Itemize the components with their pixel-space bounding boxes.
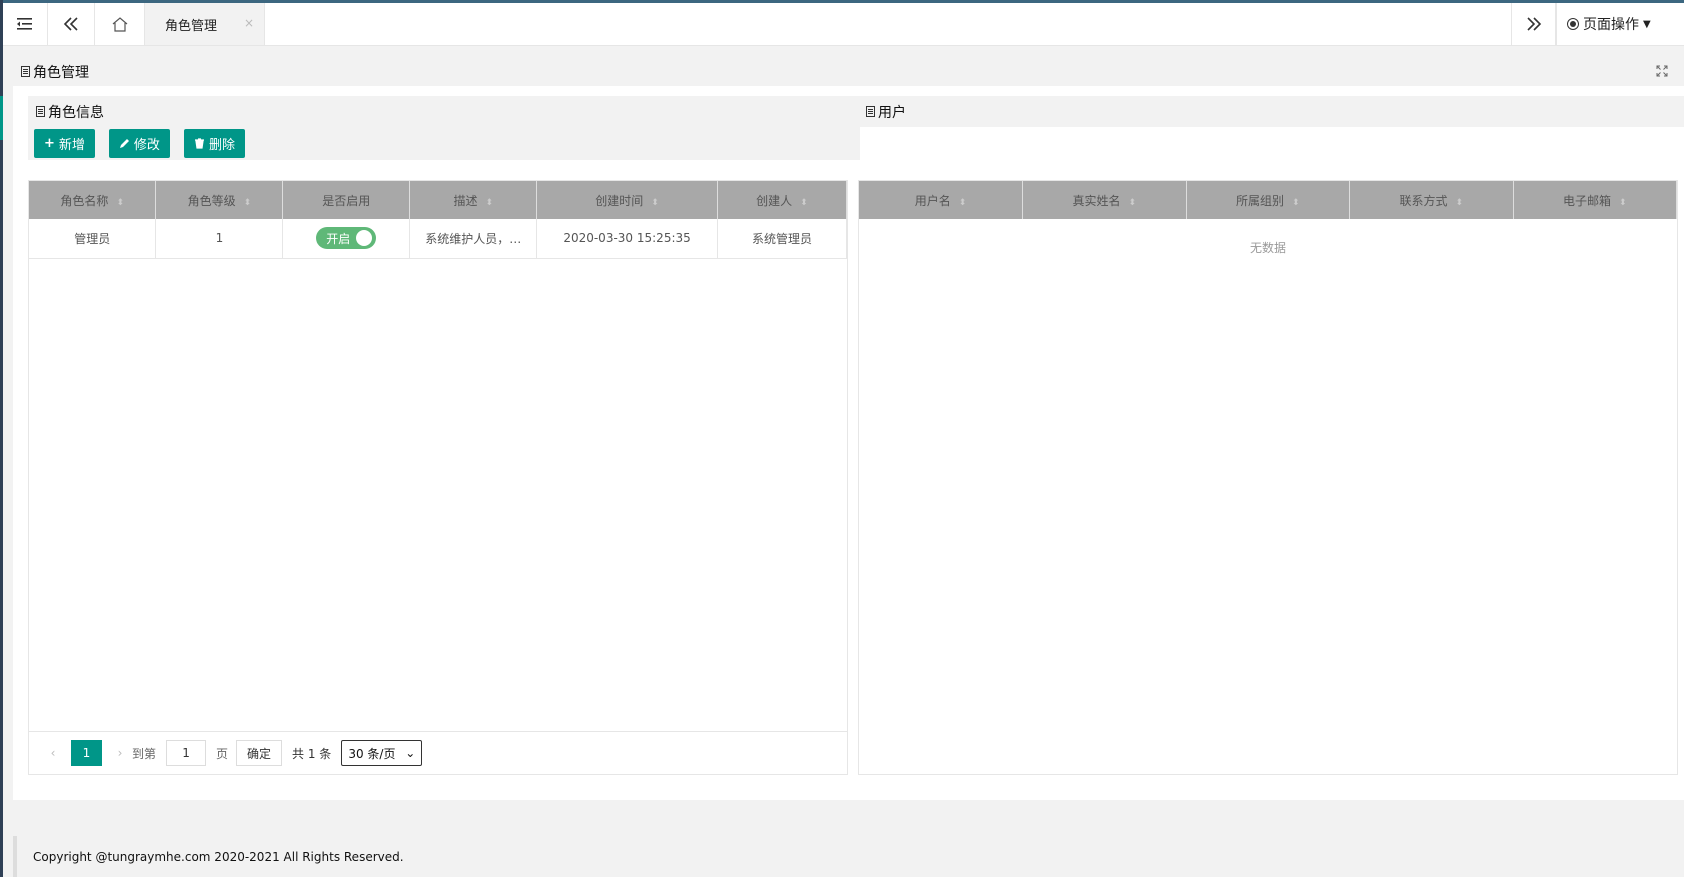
column-header[interactable]: 用户名 ⬍: [859, 181, 1023, 219]
next-page-icon[interactable]: ›: [108, 746, 132, 760]
description-cell: 系统维护人员，…: [409, 219, 538, 259]
pagination: ‹ 1 › 到第 1 页 确定 共 1 条 30 条/页 ⌄: [29, 731, 847, 774]
enabled-toggle[interactable]: 开启: [316, 227, 377, 250]
add-role-button[interactable]: + 新增: [34, 129, 95, 158]
tabs-scroll-right-button[interactable]: [1511, 3, 1556, 45]
sort-icon[interactable]: ⬍: [1455, 198, 1463, 208]
home-icon: [112, 16, 127, 32]
sort-icon[interactable]: ⬍: [485, 198, 493, 208]
menu-toggle-button[interactable]: [3, 3, 48, 45]
sort-icon[interactable]: ⬍: [244, 198, 252, 208]
page-unit-label: 页: [216, 746, 229, 761]
goto-page-input[interactable]: 1: [166, 740, 207, 766]
double-chevron-right-icon: [1526, 17, 1541, 31]
goto-label: 到第: [132, 746, 157, 761]
edit-role-button[interactable]: 修改: [108, 129, 170, 158]
role-info-title: 角色信息: [48, 104, 104, 121]
tab-bar: 角色管理 × 页面操作 ▼: [3, 3, 1684, 46]
user-table: 用户名 ⬍ 真实姓名 ⬍ 所属组别 ⬍ 联系方式 ⬍ 电子邮箱 ⬍ 无数据: [858, 180, 1678, 775]
role-table: 角色名称 ⬍ 角色等级 ⬍ 是否启用 描述 ⬍ 创建时间 ⬍ 创建人 ⬍ 管理员 1 开启: [28, 180, 848, 775]
column-header[interactable]: 角色名称 ⬍: [29, 181, 157, 219]
page-operations-label: 页面操作: [1583, 17, 1639, 33]
user-header: 用户: [858, 96, 1684, 127]
sort-icon[interactable]: ⬍: [116, 198, 124, 208]
creator-cell: 系统管理员: [717, 219, 848, 259]
role-level-cell: 1: [155, 219, 284, 259]
column-header[interactable]: 角色等级 ⬍: [155, 181, 284, 219]
target-icon: [1567, 18, 1579, 30]
close-icon[interactable]: ×: [244, 16, 254, 30]
double-chevron-left-icon: [63, 17, 78, 31]
chevron-down-icon: ⌄: [405, 746, 416, 760]
current-page[interactable]: 1: [71, 740, 102, 766]
sort-icon[interactable]: ⬍: [1128, 198, 1136, 208]
tabs-scroll-left-button[interactable]: [48, 3, 95, 45]
column-header[interactable]: 真实姓名 ⬍: [1022, 181, 1187, 219]
page-header: 角色管理: [13, 57, 1684, 86]
sort-icon[interactable]: ⬍: [1619, 198, 1627, 208]
role-name-cell: 管理员: [29, 219, 157, 259]
total-count: 共 1 条: [292, 746, 332, 761]
fullscreen-icon[interactable]: [1656, 65, 1668, 77]
column-header[interactable]: 创建人 ⬍: [717, 181, 848, 219]
tab-role-management[interactable]: 角色管理 ×: [145, 3, 265, 45]
column-header[interactable]: 所属组别 ⬍: [1186, 181, 1350, 219]
page-size-select[interactable]: 30 条/页 ⌄: [341, 740, 423, 766]
sidebar-edge: [0, 0, 3, 877]
copyright-text: Copyright @tungraymhe.com 2020-2021 All …: [33, 849, 404, 864]
content-area: 角色信息 + 新增 修改 删除 角色名称 ⬍ 角色等级 ⬍ 是否启用 描述 ⬍ …: [13, 86, 1684, 800]
table-row[interactable]: 管理员 1 开启 系统维护人员，… 2020-03-30 15:25:35 系统…: [29, 219, 848, 259]
column-header[interactable]: 创建时间 ⬍: [536, 181, 718, 219]
table-header-row: 用户名 ⬍ 真实姓名 ⬍ 所属组别 ⬍ 联系方式 ⬍ 电子邮箱 ⬍: [859, 181, 1677, 219]
empty-state: 无数据: [1249, 241, 1286, 255]
pencil-icon: [119, 139, 129, 148]
user-title: 用户: [878, 104, 906, 121]
column-header[interactable]: 描述 ⬍: [409, 181, 538, 219]
document-icon: [36, 106, 45, 117]
prev-page-icon[interactable]: ‹: [41, 746, 65, 760]
goto-confirm-button[interactable]: 确定: [236, 740, 283, 766]
enabled-cell: 开启: [282, 219, 411, 259]
sort-icon[interactable]: ⬍: [959, 198, 967, 208]
role-toolbar: + 新增 修改 删除: [28, 127, 860, 160]
trash-icon: [194, 138, 204, 149]
footer: Copyright @tungraymhe.com 2020-2021 All …: [13, 836, 1684, 877]
role-info-header: 角色信息: [28, 96, 860, 127]
column-header[interactable]: 是否启用: [282, 181, 411, 219]
caret-down-icon: ▼: [1643, 18, 1651, 30]
menu-fold-icon: [17, 18, 32, 30]
sort-icon[interactable]: ⬍: [800, 198, 808, 208]
page-title: 角色管理: [33, 64, 89, 81]
sort-icon[interactable]: ⬍: [1292, 198, 1300, 208]
sort-icon[interactable]: ⬍: [651, 198, 659, 208]
document-icon: [21, 66, 30, 77]
page-operations-dropdown[interactable]: 页面操作 ▼: [1556, 3, 1684, 45]
plus-icon: +: [44, 136, 55, 151]
document-icon: [866, 106, 875, 117]
column-header[interactable]: 联系方式 ⬍: [1349, 181, 1514, 219]
home-tab-button[interactable]: [95, 3, 145, 45]
column-header[interactable]: 电子邮箱 ⬍: [1513, 181, 1677, 219]
tab-label: 角色管理: [165, 18, 218, 34]
delete-role-button[interactable]: 删除: [183, 129, 245, 158]
toggle-knob: [356, 230, 373, 247]
created-time-cell: 2020-03-30 15:25:35: [536, 219, 718, 259]
table-header-row: 角色名称 ⬍ 角色等级 ⬍ 是否启用 描述 ⬍ 创建时间 ⬍ 创建人 ⬍: [29, 181, 848, 219]
